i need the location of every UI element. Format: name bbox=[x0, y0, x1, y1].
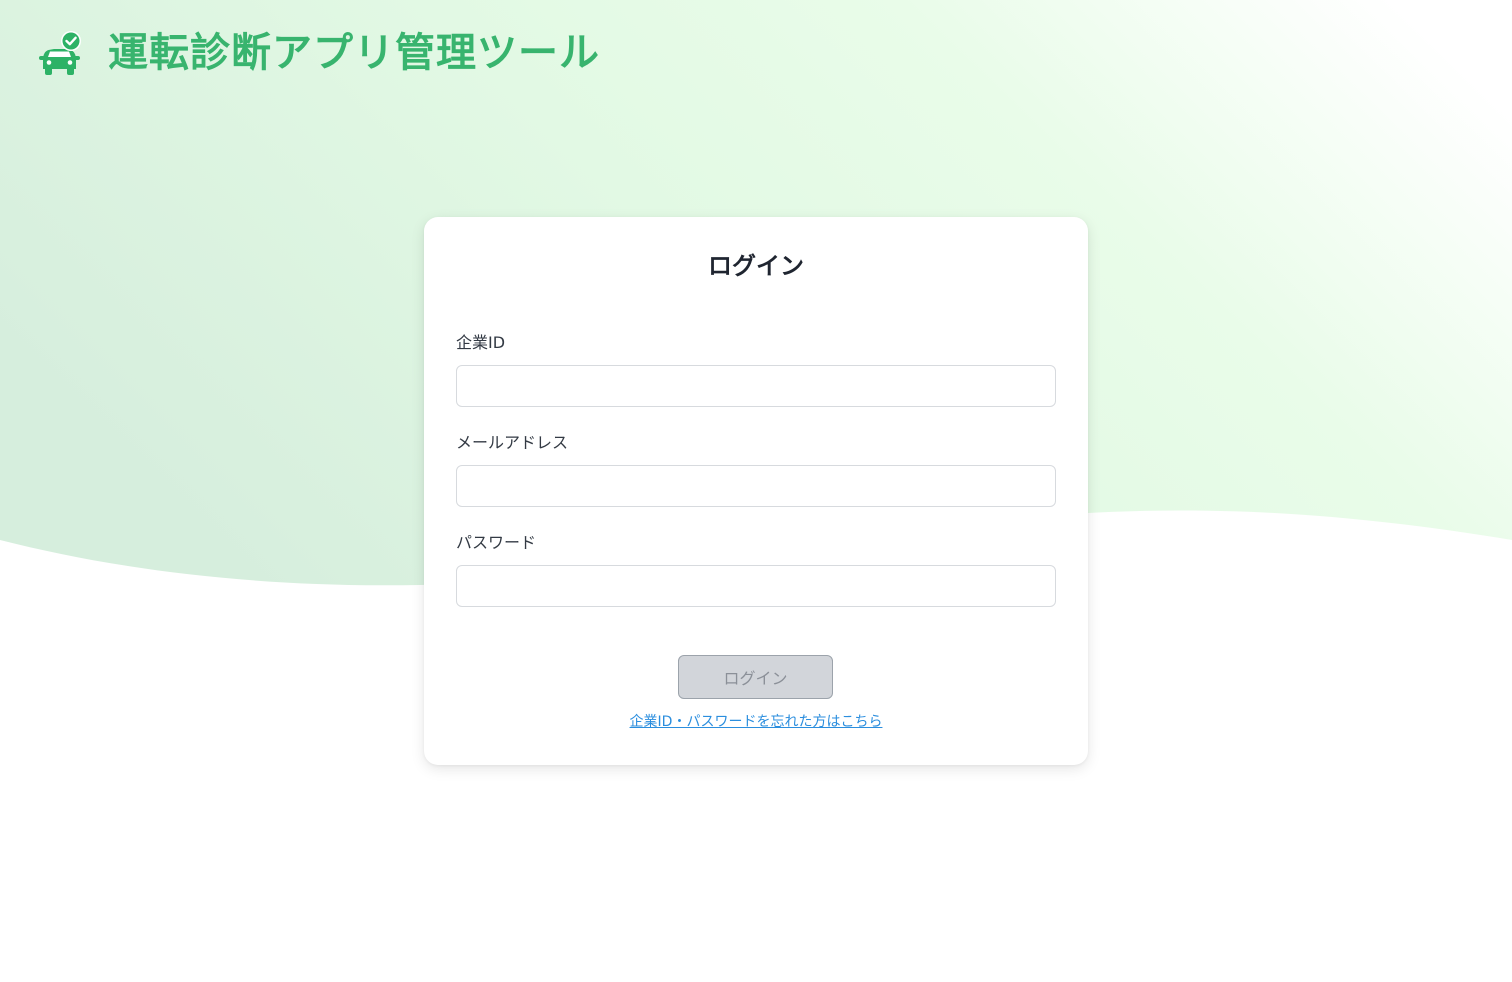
password-input[interactable] bbox=[456, 565, 1056, 607]
company-id-label: 企業ID bbox=[456, 333, 506, 352]
forgot-credentials-link[interactable]: 企業ID・パスワードを忘れた方はこちら bbox=[424, 712, 1088, 732]
password-label: パスワード bbox=[456, 533, 537, 552]
email-input[interactable] bbox=[456, 465, 1056, 507]
app-title: 運転診断アプリ管理ツール bbox=[108, 30, 600, 76]
email-label: メールアドレス bbox=[456, 433, 569, 452]
car-check-icon bbox=[39, 31, 81, 75]
login-button[interactable]: ログイン bbox=[678, 655, 833, 699]
login-card: ログイン 企業ID メールアドレス パスワード ログイン 企業ID・パスワードを… bbox=[424, 217, 1088, 765]
company-id-input[interactable] bbox=[456, 365, 1056, 407]
app-header: 運転診断アプリ管理ツール bbox=[38, 28, 600, 78]
